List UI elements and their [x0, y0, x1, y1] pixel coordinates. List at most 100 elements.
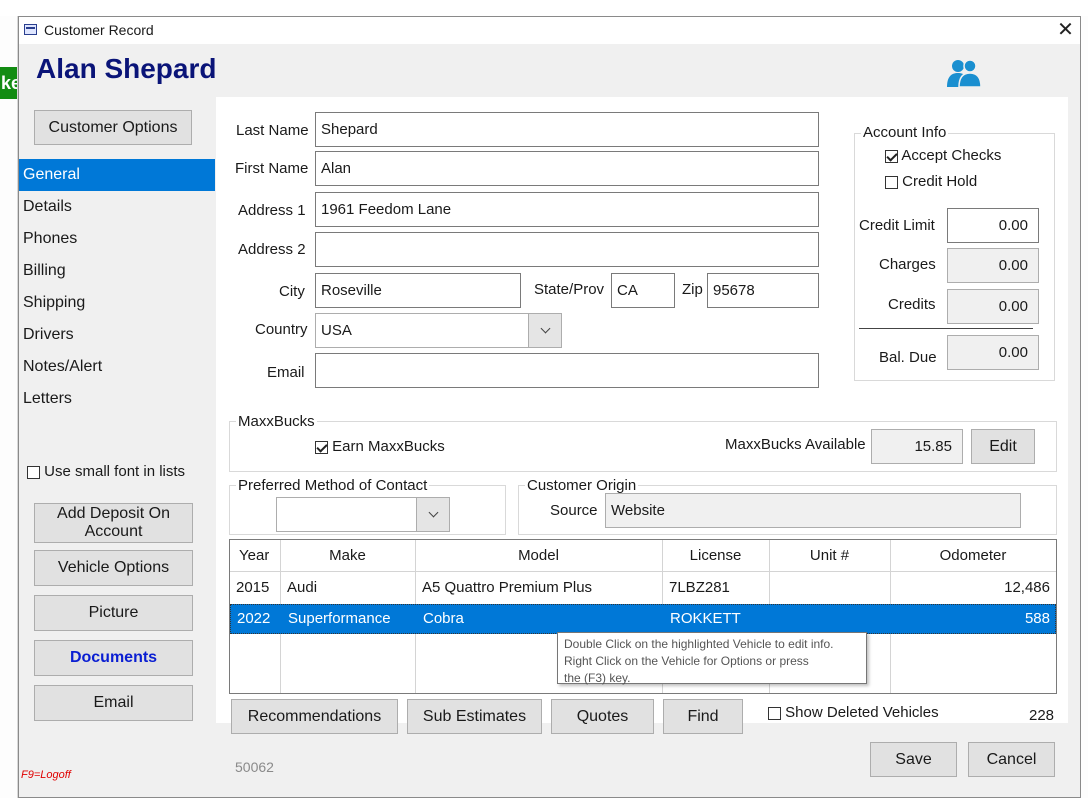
cell-odometer: 588 — [1024, 610, 1050, 627]
state-field[interactable]: CA — [611, 273, 675, 308]
background-app-left — [0, 16, 18, 798]
add-deposit-button[interactable]: Add Deposit On Account — [34, 503, 193, 543]
save-button[interactable]: Save — [870, 742, 957, 777]
table-row[interactable]: 2015 Audi A5 Quattro Premium Plus 7LBZ28… — [230, 573, 1056, 603]
quotes-button[interactable]: Quotes — [551, 699, 654, 734]
vehicle-options-button[interactable]: Vehicle Options — [34, 550, 193, 586]
credit-limit-field[interactable]: 0.00 — [947, 208, 1039, 243]
nav-item-shipping[interactable]: Shipping — [19, 287, 215, 319]
email-field[interactable] — [315, 353, 819, 388]
maxxbucks-caption: MaxxBucks — [236, 413, 317, 430]
city-label: City — [279, 283, 305, 300]
country-value: USA — [321, 322, 352, 339]
bal-due-field: 0.00 — [947, 335, 1039, 370]
customer-options-button[interactable]: Customer Options — [34, 110, 192, 145]
country-label: Country — [255, 321, 308, 338]
nav-item-letters[interactable]: Letters — [19, 383, 215, 415]
title-bar: Customer Record ✕ — [19, 17, 1080, 44]
country-dropdown-button[interactable] — [528, 314, 561, 347]
column-header-year[interactable]: Year — [239, 541, 269, 571]
cell-year: 2022 — [237, 610, 271, 627]
maxxbucks-available-label: MaxxBucks Available — [725, 436, 866, 453]
close-button[interactable]: ✕ — [1051, 17, 1080, 44]
sub-estimates-button[interactable]: Sub Estimates — [407, 699, 542, 734]
small-font-option[interactable]: Use small font in lists — [27, 463, 185, 480]
last-name-field[interactable]: Shepard — [315, 112, 819, 147]
find-button[interactable]: Find — [663, 699, 743, 734]
email-button[interactable]: Email — [34, 685, 193, 721]
grid-header-divider — [230, 571, 1056, 572]
table-row-selected[interactable]: 2022 Superformance Cobra ROKKETT 588 — [230, 604, 1056, 634]
country-select[interactable]: USA — [315, 313, 562, 348]
accept-checks-label: Accept Checks — [901, 147, 1002, 164]
column-header-model[interactable]: Model — [415, 541, 662, 571]
background-green-tab: ke — [0, 67, 17, 99]
nav-item-billing[interactable]: Billing — [19, 255, 215, 287]
record-number: 50062 — [235, 759, 274, 775]
charges-label: Charges — [879, 256, 936, 273]
column-header-license[interactable]: License — [662, 541, 769, 571]
tooltip-line: Right Click on the Vehicle for Options o… — [564, 654, 809, 668]
customer-record-dialog: Customer Record ✕ Alan Shepard Customer … — [18, 16, 1081, 798]
window-icon — [24, 24, 37, 35]
nav-item-drivers[interactable]: Drivers — [19, 319, 215, 351]
cell-make: Superformance — [288, 610, 391, 627]
address2-field[interactable] — [315, 232, 819, 267]
last-name-label: Last Name — [236, 122, 309, 139]
earn-maxxbucks-label: Earn MaxxBucks — [332, 438, 445, 455]
earn-maxxbucks-checkbox[interactable] — [315, 440, 328, 454]
nav-item-phones[interactable]: Phones — [19, 223, 215, 255]
source-label: Source — [550, 502, 598, 519]
small-font-checkbox[interactable] — [27, 465, 40, 479]
customer-name-heading: Alan Shepard — [36, 53, 217, 84]
recommendations-button[interactable]: Recommendations — [231, 699, 398, 734]
accept-checks-checkbox[interactable] — [885, 149, 898, 163]
credit-limit-label: Credit Limit — [859, 217, 935, 234]
picture-button[interactable]: Picture — [34, 595, 193, 631]
customer-origin-caption: Customer Origin — [525, 477, 639, 494]
cell-model: Cobra — [423, 610, 464, 627]
address1-field[interactable]: 1961 Feedom Lane — [315, 192, 819, 227]
show-deleted-option[interactable]: Show Deleted Vehicles — [768, 704, 939, 721]
maxxbucks-edit-button[interactable]: Edit — [971, 429, 1035, 464]
earn-maxxbucks-option[interactable]: Earn MaxxBucks — [315, 438, 445, 455]
first-name-field[interactable]: Alan — [315, 151, 819, 186]
contacts-icon[interactable] — [947, 58, 981, 88]
chevron-down-icon — [428, 507, 438, 518]
cancel-button[interactable]: Cancel — [968, 742, 1055, 777]
vehicle-count: 228 — [1029, 707, 1055, 724]
column-header-make[interactable]: Make — [280, 541, 415, 571]
vehicle-tooltip: Double Click on the highlighted Vehicle … — [557, 632, 867, 685]
nav-item-general[interactable]: General — [19, 159, 215, 191]
preferred-contact-caption: Preferred Method of Contact — [236, 477, 430, 494]
cell-model: A5 Quattro Premium Plus — [422, 579, 593, 596]
cell-odometer: 12,486 — [1004, 579, 1050, 596]
column-header-odometer[interactable]: Odometer — [890, 541, 1056, 571]
city-field[interactable]: Roseville — [315, 273, 521, 308]
logoff-hint: F9=Logoff — [21, 769, 71, 781]
nav-item-details[interactable]: Details — [19, 191, 215, 223]
nav-item-notes-alert[interactable]: Notes/Alert — [19, 351, 215, 383]
source-field[interactable]: Website — [605, 493, 1021, 528]
credit-hold-checkbox[interactable] — [885, 175, 898, 189]
credit-hold-label: Credit Hold — [902, 173, 978, 190]
cell-license: 7LBZ281 — [669, 579, 730, 596]
preferred-contact-dropdown-button[interactable] — [416, 498, 449, 531]
balance-divider — [859, 328, 1033, 329]
accept-checks-option[interactable]: Accept Checks — [885, 147, 1001, 164]
small-font-label: Use small font in lists — [44, 463, 186, 480]
show-deleted-checkbox[interactable] — [768, 706, 781, 720]
credit-hold-option[interactable]: Credit Hold — [885, 173, 977, 190]
window-title: Customer Record — [44, 22, 154, 38]
maxxbucks-available-field: 15.85 — [871, 429, 963, 464]
zip-field[interactable]: 95678 — [707, 273, 819, 308]
first-name-label: First Name — [235, 160, 309, 177]
column-header-unit[interactable]: Unit # — [769, 541, 890, 571]
chevron-down-icon — [540, 323, 550, 334]
account-info-caption: Account Info — [861, 124, 949, 141]
preferred-contact-select[interactable] — [276, 497, 450, 532]
documents-button[interactable]: Documents — [34, 640, 193, 676]
address1-label: Address 1 — [238, 202, 306, 219]
charges-field: 0.00 — [947, 248, 1039, 283]
show-deleted-label: Show Deleted Vehicles — [785, 704, 939, 721]
